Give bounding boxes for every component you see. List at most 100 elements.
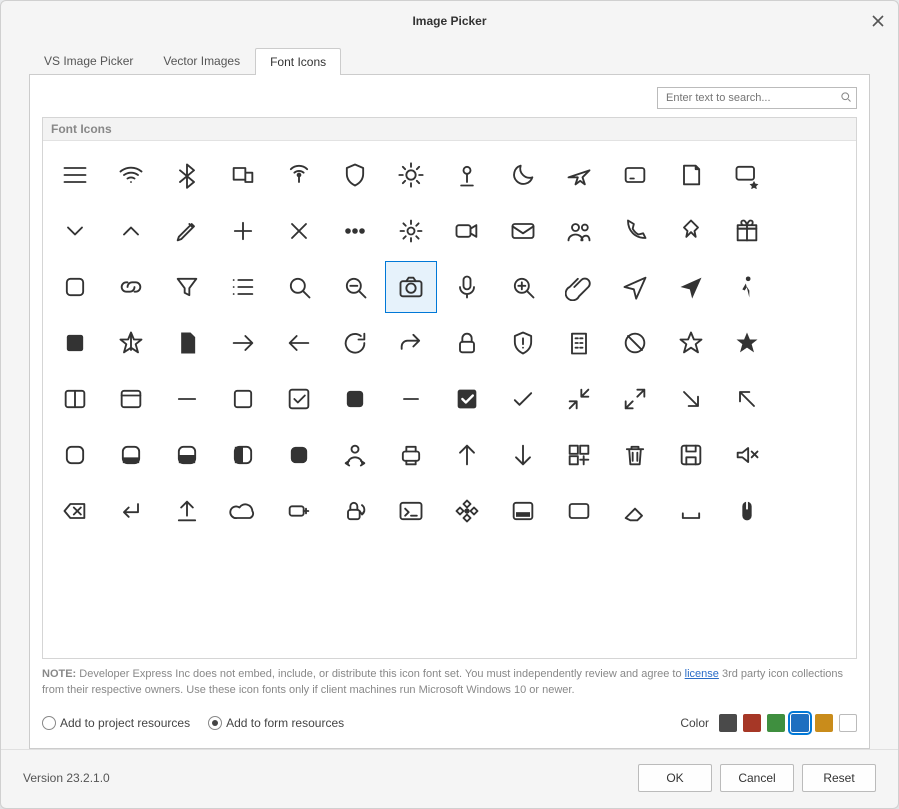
bluetooth-icon[interactable] (161, 149, 213, 201)
columns-icon[interactable] (49, 373, 101, 425)
pin-icon[interactable] (665, 205, 717, 257)
license-link[interactable]: license (685, 668, 719, 680)
cancel-button[interactable]: Cancel (720, 764, 794, 792)
building-icon[interactable] (553, 317, 605, 369)
ok-button[interactable]: OK (638, 764, 712, 792)
dock-bottom-icon[interactable] (497, 485, 549, 537)
gift-icon[interactable] (721, 205, 773, 257)
shield-icon[interactable] (329, 149, 381, 201)
link-icon[interactable] (105, 261, 157, 313)
star-outline-icon[interactable] (665, 317, 717, 369)
list-icon[interactable] (217, 261, 269, 313)
arrows-in-icon[interactable] (553, 373, 605, 425)
radio-form-resources[interactable]: Add to form resources (208, 716, 344, 730)
icon-scroll[interactable] (43, 141, 856, 658)
close-button[interactable] (866, 9, 890, 33)
person-swap-icon[interactable] (329, 429, 381, 481)
zoom-out-icon[interactable] (329, 261, 381, 313)
search-input[interactable] (664, 91, 840, 105)
minus-thin-icon[interactable] (385, 373, 437, 425)
arrow-se-icon[interactable] (665, 373, 717, 425)
color-swatch-3[interactable] (791, 714, 809, 732)
center-icon[interactable] (441, 485, 493, 537)
menu-icon[interactable] (49, 149, 101, 201)
attach-icon[interactable] (553, 261, 605, 313)
gear-icon[interactable] (385, 205, 437, 257)
save-icon[interactable] (665, 429, 717, 481)
location-pin-icon[interactable] (441, 149, 493, 201)
square-empty-icon[interactable] (49, 261, 101, 313)
monitor-star-icon[interactable] (721, 149, 773, 201)
note-icon[interactable] (665, 149, 717, 201)
lock-icon[interactable] (441, 317, 493, 369)
broadcast-icon[interactable] (273, 149, 325, 201)
sun-icon[interactable] (385, 149, 437, 201)
video-icon[interactable] (441, 205, 493, 257)
tab-vector-images[interactable]: Vector Images (148, 47, 255, 74)
airplane-icon[interactable] (553, 149, 605, 201)
chevron-up-icon[interactable] (105, 205, 157, 257)
minus-icon[interactable] (161, 373, 213, 425)
rounded-solid-icon[interactable] (273, 429, 325, 481)
refresh-icon[interactable] (329, 317, 381, 369)
zoom-in-icon[interactable] (497, 261, 549, 313)
send-solid-icon[interactable] (665, 261, 717, 313)
square-round-icon[interactable] (217, 373, 269, 425)
star-half-icon[interactable] (105, 317, 157, 369)
eraser-icon[interactable] (609, 485, 661, 537)
color-swatch-0[interactable] (719, 714, 737, 732)
check-solid-icon[interactable] (441, 373, 493, 425)
phone-icon[interactable] (609, 205, 661, 257)
cloud-icon[interactable] (217, 485, 269, 537)
monitor-icon[interactable] (609, 149, 661, 201)
color-swatch-2[interactable] (767, 714, 785, 732)
panel-icon[interactable] (105, 373, 157, 425)
volume-off-icon[interactable] (721, 429, 773, 481)
color-swatch-custom[interactable] (839, 714, 857, 732)
half-bottom-icon[interactable] (105, 429, 157, 481)
tab-font-icons[interactable]: Font Icons (255, 48, 341, 75)
walk-icon[interactable] (721, 261, 773, 313)
share-icon[interactable] (385, 317, 437, 369)
reset-button[interactable]: Reset (802, 764, 876, 792)
shield-alert-icon[interactable] (497, 317, 549, 369)
devices-icon[interactable] (217, 149, 269, 201)
checkbox-icon[interactable] (273, 373, 325, 425)
wifi-icon[interactable] (105, 149, 157, 201)
arrow-nw-icon[interactable] (721, 373, 773, 425)
square-solid-icon[interactable] (329, 373, 381, 425)
camera-icon[interactable] (385, 261, 437, 313)
color-swatch-1[interactable] (743, 714, 761, 732)
terminal-icon[interactable] (385, 485, 437, 537)
check-icon[interactable] (497, 373, 549, 425)
filter-icon[interactable] (161, 261, 213, 313)
moon-icon[interactable] (497, 149, 549, 201)
tab-vs-image-picker[interactable]: VS Image Picker (29, 47, 148, 74)
lock-refresh-icon[interactable] (329, 485, 381, 537)
color-swatch-4[interactable] (815, 714, 833, 732)
arrow-left-icon[interactable] (273, 317, 325, 369)
search-icon[interactable] (840, 91, 852, 106)
key-tag-icon[interactable] (273, 485, 325, 537)
plus-icon[interactable] (217, 205, 269, 257)
search-box[interactable] (657, 87, 857, 109)
send-icon[interactable] (609, 261, 661, 313)
search-icon[interactable] (273, 261, 325, 313)
half-bottom2-icon[interactable] (161, 429, 213, 481)
space-icon[interactable] (665, 485, 717, 537)
arrow-down-icon[interactable] (497, 429, 549, 481)
mail-icon[interactable] (497, 205, 549, 257)
pencil-icon[interactable] (161, 205, 213, 257)
users-icon[interactable] (553, 205, 605, 257)
enter-icon[interactable] (105, 485, 157, 537)
dock-icon[interactable] (553, 485, 605, 537)
arrows-out-icon[interactable] (609, 373, 661, 425)
trash-icon[interactable] (609, 429, 661, 481)
arrow-right-icon[interactable] (217, 317, 269, 369)
rounded-icon[interactable] (49, 429, 101, 481)
half-left-icon[interactable] (217, 429, 269, 481)
not-allowed-icon[interactable] (609, 317, 661, 369)
chevron-down-icon[interactable] (49, 205, 101, 257)
radio-project-resources[interactable]: Add to project resources (42, 716, 190, 730)
star-solid-icon[interactable] (721, 317, 773, 369)
